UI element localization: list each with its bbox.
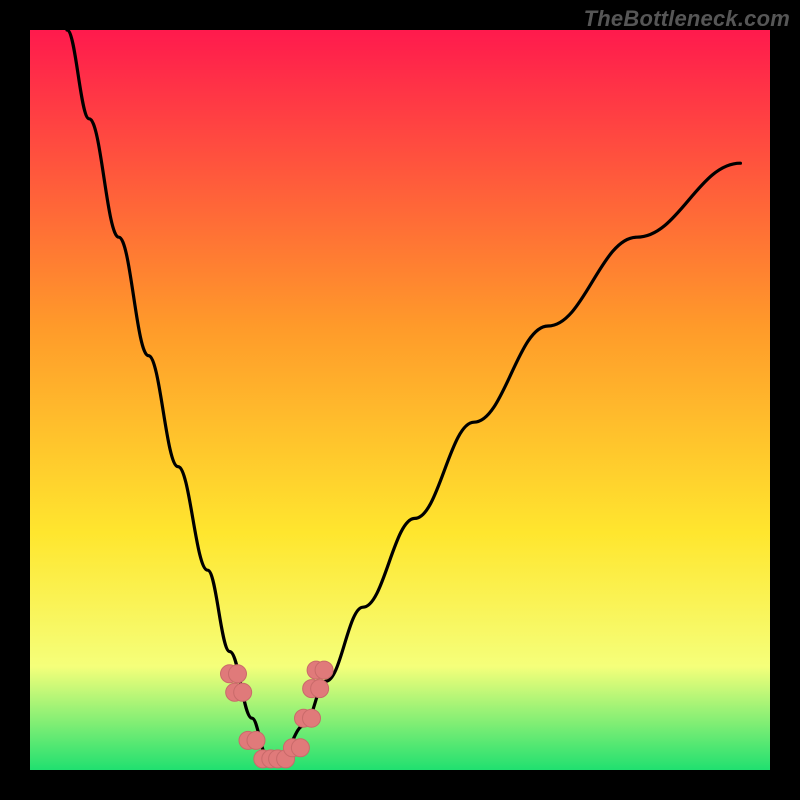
chart-frame: TheBottleneck.com xyxy=(0,0,800,800)
watermark-text: TheBottleneck.com xyxy=(584,6,790,32)
chart-svg xyxy=(30,30,770,770)
plot-area xyxy=(30,30,770,770)
gradient-background xyxy=(30,30,770,770)
